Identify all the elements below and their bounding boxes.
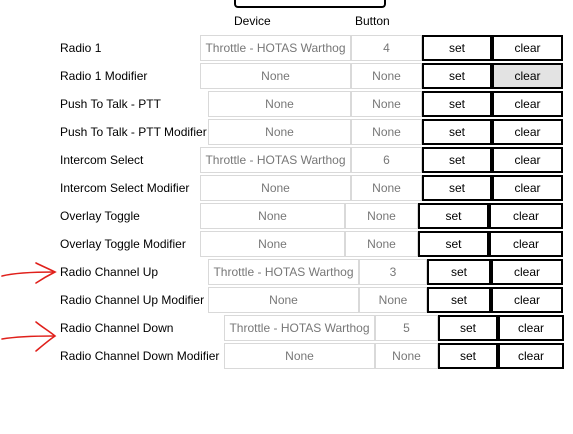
clear-button[interactable]: clear [492, 35, 563, 61]
clear-button[interactable]: clear [492, 175, 563, 201]
button-field[interactable]: None [351, 63, 422, 89]
device-field[interactable]: Throttle - HOTAS Warthog [208, 259, 359, 285]
device-column-header: Device [234, 14, 271, 28]
device-field[interactable]: Throttle - HOTAS Warthog [224, 315, 375, 341]
binding-row-radio-channel-down-modifier: Radio Channel Down Modifier None None se… [0, 342, 573, 370]
binding-label: Radio 1 Modifier [60, 69, 148, 83]
binding-label: Push To Talk - PTT [60, 97, 161, 111]
set-button[interactable]: set [418, 203, 489, 229]
binding-row-radio-channel-up: Radio Channel Up Throttle - HOTAS Wartho… [0, 258, 573, 286]
button-field[interactable]: None [375, 343, 438, 369]
top-panel-edge [234, 0, 386, 8]
clear-button[interactable]: clear [492, 63, 563, 89]
clear-button[interactable]: clear [489, 231, 563, 257]
device-field[interactable]: None [208, 91, 351, 117]
binding-row-overlay-toggle-modifier: Overlay Toggle Modifier None None set cl… [0, 230, 573, 258]
device-field[interactable]: Throttle - HOTAS Warthog [200, 35, 351, 61]
binding-row-radio-channel-down: Radio Channel Down Throttle - HOTAS Wart… [0, 314, 573, 342]
binding-row-intercom-select: Intercom Select Throttle - HOTAS Warthog… [0, 146, 573, 174]
clear-button[interactable]: clear [489, 203, 563, 229]
device-field[interactable]: None [208, 287, 359, 313]
clear-button[interactable]: clear [491, 287, 563, 313]
binding-row-radio-channel-up-modifier: Radio Channel Up Modifier None None set … [0, 286, 573, 314]
button-field[interactable]: None [351, 175, 422, 201]
binding-label: Radio Channel Up Modifier [60, 293, 205, 307]
set-button[interactable]: set [422, 147, 492, 173]
binding-row-intercom-select-modifier: Intercom Select Modifier None None set c… [0, 174, 573, 202]
set-button[interactable]: set [427, 287, 491, 313]
clear-button[interactable]: clear [492, 147, 563, 173]
clear-button[interactable]: clear [492, 91, 563, 117]
binding-label: Radio Channel Down [60, 321, 174, 335]
button-field[interactable]: 6 [351, 147, 422, 173]
binding-label: Push To Talk - PTT Modifier [60, 125, 207, 139]
clear-button[interactable]: clear [498, 343, 564, 369]
button-field[interactable]: None [345, 203, 418, 229]
button-field[interactable]: 5 [375, 315, 438, 341]
set-button[interactable]: set [422, 91, 492, 117]
button-field[interactable]: None [359, 287, 427, 313]
button-column-header: Button [355, 14, 390, 28]
set-button[interactable]: set [422, 63, 492, 89]
binding-label: Intercom Select Modifier [60, 181, 190, 195]
set-button[interactable]: set [438, 343, 498, 369]
binding-row-radio-1-modifier: Radio 1 Modifier None None set clear [0, 62, 573, 90]
set-button[interactable]: set [427, 259, 491, 285]
binding-label: Intercom Select [60, 153, 144, 167]
set-button[interactable]: set [422, 35, 492, 61]
clear-button[interactable]: clear [492, 119, 563, 145]
button-field[interactable]: 3 [359, 259, 427, 285]
binding-label: Overlay Toggle Modifier [60, 237, 186, 251]
device-field[interactable]: Throttle - HOTAS Warthog [200, 147, 351, 173]
set-button[interactable]: set [438, 315, 498, 341]
device-field[interactable]: None [200, 231, 345, 257]
button-field[interactable]: None [351, 119, 422, 145]
set-button[interactable]: set [418, 231, 489, 257]
binding-row-radio-1: Radio 1 Throttle - HOTAS Warthog 4 set c… [0, 34, 573, 62]
clear-button[interactable]: clear [498, 315, 564, 341]
device-field[interactable]: None [200, 175, 351, 201]
binding-label: Radio Channel Down Modifier [60, 349, 220, 363]
set-button[interactable]: set [422, 175, 492, 201]
binding-row-push-to-talk: Push To Talk - PTT None None set clear [0, 90, 573, 118]
device-field[interactable]: None [200, 63, 351, 89]
device-field[interactable]: None [208, 119, 351, 145]
binding-label: Overlay Toggle [60, 209, 140, 223]
binding-row-overlay-toggle: Overlay Toggle None None set clear [0, 202, 573, 230]
binding-label: Radio 1 [60, 41, 102, 55]
device-field[interactable]: None [200, 203, 345, 229]
clear-button[interactable]: clear [491, 259, 563, 285]
button-field[interactable]: 4 [351, 35, 422, 61]
annotation-arrow-icon [1, 262, 57, 284]
annotation-arrow-icon [1, 321, 57, 352]
button-field[interactable]: None [345, 231, 418, 257]
set-button[interactable]: set [422, 119, 492, 145]
button-field[interactable]: None [351, 91, 422, 117]
device-field[interactable]: None [224, 343, 375, 369]
binding-label: Radio Channel Up [60, 265, 159, 279]
binding-row-push-to-talk-modifier: Push To Talk - PTT Modifier None None se… [0, 118, 573, 146]
